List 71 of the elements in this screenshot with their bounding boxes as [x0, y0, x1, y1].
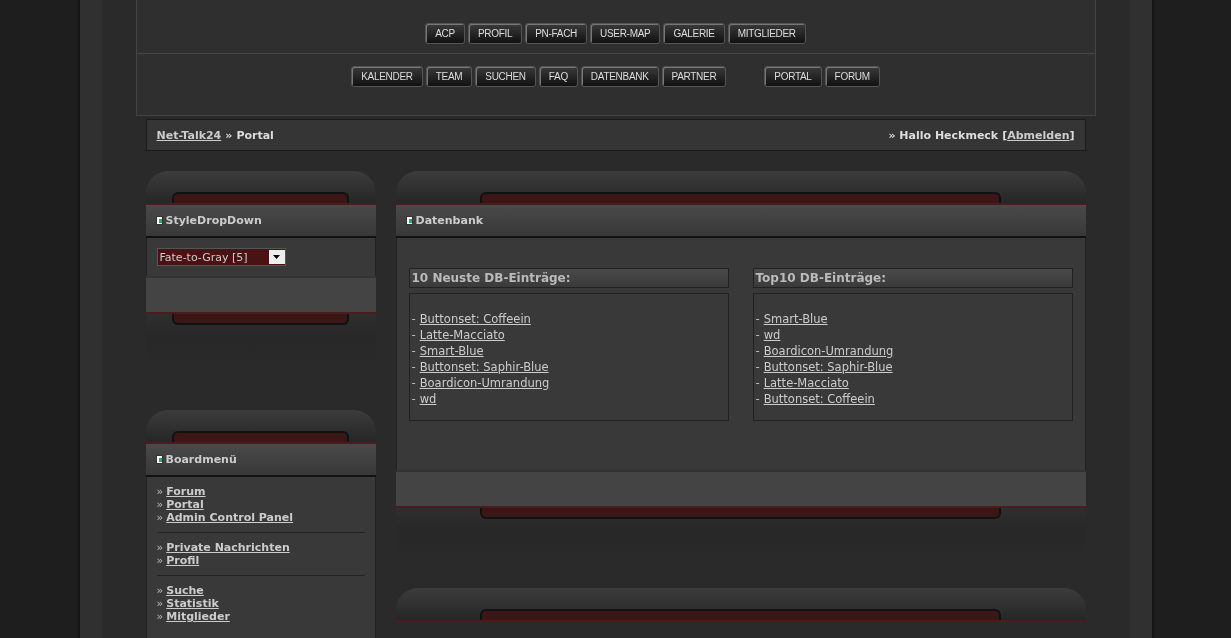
entry-link[interactable]: Buttonset: Coffeein [763, 391, 875, 407]
entry-link[interactable]: Boardicon-Umrandung [763, 343, 894, 359]
breadcrumb-separator: » [225, 128, 233, 142]
dash-text: - [755, 327, 760, 343]
dash-text: - [755, 359, 760, 375]
dash-text: - [411, 375, 416, 391]
bullet-text: » [156, 541, 164, 554]
menu-link[interactable]: Suche [166, 584, 204, 597]
dash-text: - [411, 359, 416, 375]
bracket-text: ] [1069, 128, 1075, 142]
entry-link[interactable]: Buttonset: Coffeein [419, 311, 531, 327]
nav-button[interactable]: FORUM [824, 66, 880, 87]
panel-title: Datenbank [415, 214, 484, 227]
breadcrumb-current: Portal [236, 128, 274, 142]
bullet-text: » [156, 597, 164, 610]
menu-link[interactable]: Forum [166, 485, 206, 498]
menu-link[interactable]: Profil [166, 554, 200, 567]
dash-text: - [755, 375, 760, 391]
nav-button[interactable]: FAQ [538, 66, 578, 87]
nav-button[interactable]: GALERIE [663, 23, 725, 44]
entry-link[interactable]: wd [419, 391, 437, 407]
nav-button[interactable]: PROFIL [467, 23, 523, 44]
bullet-text: » [156, 511, 164, 524]
entry-link[interactable]: Smart-Blue [763, 311, 828, 327]
panel-title: Boardmenü [165, 453, 237, 466]
entry-link[interactable]: Latte-Macciato [763, 375, 849, 391]
greeting-text: » Hallo Heckmeck [888, 128, 999, 142]
dash-text: - [411, 311, 416, 327]
menu-link[interactable]: Portal [166, 498, 204, 511]
entry-link[interactable]: wd [763, 327, 781, 343]
nav-button[interactable]: ACP [425, 23, 465, 44]
entry-link[interactable]: Latte-Macciato [419, 327, 505, 343]
dash-text: - [755, 311, 760, 327]
bullet-text: » [156, 485, 164, 498]
menu-link[interactable]: Private Nachrichten [166, 541, 290, 554]
page-icon [155, 455, 163, 464]
nav-button[interactable]: TEAM [425, 66, 473, 87]
nav-button[interactable]: PN-FACH [525, 23, 587, 44]
panel-title: StyleDropDown [165, 214, 262, 227]
menu-link[interactable]: Mitglieder [166, 610, 230, 623]
menu-link[interactable]: Admin Control Panel [166, 511, 294, 524]
dash-text: - [411, 343, 416, 359]
dash-text: - [411, 327, 416, 343]
dash-text: - [755, 343, 760, 359]
entry-link[interactable]: Buttonset: Saphir-Blue [419, 359, 549, 375]
bullet-text: » [156, 584, 164, 597]
bracket-text: [ [1002, 128, 1008, 142]
entry-link[interactable]: Buttonset: Saphir-Blue [763, 359, 893, 375]
nav-button[interactable]: PARTNER [661, 66, 727, 87]
list-header: 10 Neuste DB-Einträge: [408, 268, 729, 288]
home-link[interactable]: Net-Talk24 [156, 128, 222, 142]
nav-button[interactable]: KALENDER [351, 66, 423, 87]
bullet-text: » [156, 554, 164, 567]
dropdown-arrow-icon [273, 255, 280, 259]
nav-button[interactable]: DATENBANK [580, 66, 659, 87]
entry-link[interactable]: Smart-Blue [419, 343, 484, 359]
list-header: Top10 DB-Einträge: [752, 268, 1073, 288]
entry-link[interactable]: Boardicon-Umrandung [419, 375, 550, 391]
bullet-text: » [156, 498, 164, 511]
page-icon [155, 216, 163, 225]
nav-button[interactable]: USER-MAP [590, 23, 661, 44]
nav-button[interactable]: SUCHEN [475, 66, 536, 87]
menu-link[interactable]: Statistik [166, 597, 219, 610]
page-icon [405, 216, 413, 225]
logout-link[interactable]: Abmelden [1007, 128, 1070, 142]
dash-text: - [755, 391, 760, 407]
style-select[interactable]: Fate-to-Gray [5] [156, 248, 286, 266]
dash-text: - [411, 391, 416, 407]
nav-button[interactable]: MITGLIEDER [727, 23, 806, 44]
nav-button[interactable]: PORTAL [764, 66, 822, 87]
bullet-text: » [156, 610, 164, 623]
